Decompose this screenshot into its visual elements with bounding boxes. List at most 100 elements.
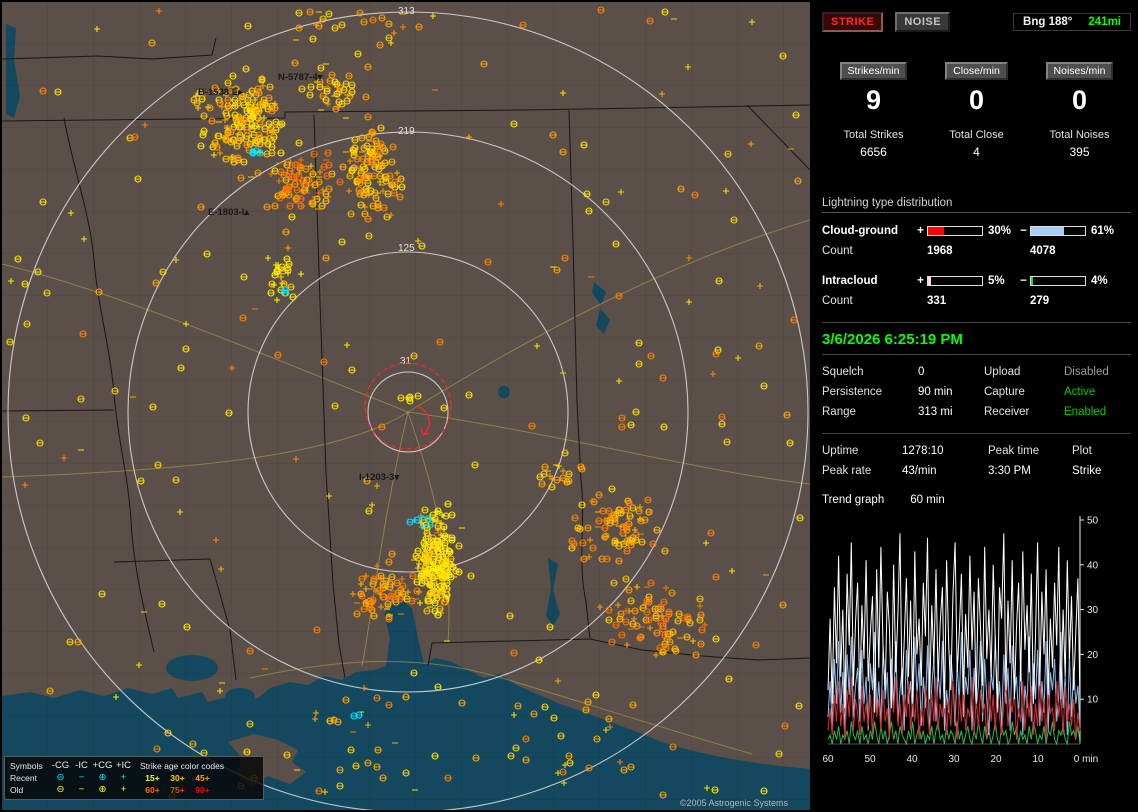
legend-header-row: Symbols -CG -IC +CG +IC Strike age color… bbox=[10, 760, 258, 772]
persistence-label: Persistence bbox=[822, 386, 918, 398]
close-per-min-button[interactable]: Close/min bbox=[945, 62, 1008, 80]
current-datetime: 3/6/2026 6:25:19 PM bbox=[822, 331, 1131, 348]
svg-text:40: 40 bbox=[906, 754, 918, 765]
intracloud-count-row: Count 331 279 bbox=[822, 295, 1131, 307]
age-code-90: 90+ bbox=[190, 784, 215, 796]
map-legend: Symbols -CG -IC +CG +IC Strike age color… bbox=[4, 756, 264, 800]
cg-negative-count: 4078 bbox=[1030, 245, 1131, 257]
cg-positive-bar bbox=[927, 226, 983, 236]
legend-col-pos-ic: +IC bbox=[113, 760, 134, 772]
svg-text:20: 20 bbox=[1087, 650, 1099, 661]
strikes-stat-column: Strikes/min 9 Total Strikes 6656 bbox=[822, 62, 925, 159]
noises-stat-column: Noises/min 0 Total Noises 395 bbox=[1028, 62, 1131, 159]
svg-text:10: 10 bbox=[1087, 695, 1099, 706]
minus-sign: − bbox=[1017, 275, 1030, 287]
map-viewport[interactable]: 31321912531 B-1538 E▸N-5787-4▾E-1803-I▴I… bbox=[2, 2, 810, 810]
total-close-value: 4 bbox=[925, 145, 1028, 159]
bearing-readout: Bng 188° 241mi bbox=[1013, 13, 1131, 31]
circle-minus-icon: ⊖ bbox=[50, 784, 71, 796]
capture-label: Capture bbox=[984, 386, 1064, 398]
peak-rate-label: Peak rate bbox=[822, 465, 902, 477]
ic-negative-percent: 4% bbox=[1086, 275, 1131, 287]
peak-time-value: 3:30 PM bbox=[988, 465, 1072, 477]
trend-graph-label: Trend graph bbox=[822, 494, 884, 506]
total-close-label: Total Close bbox=[925, 129, 1028, 141]
receiver-label: Receiver bbox=[984, 406, 1064, 418]
svg-text:60: 60 bbox=[822, 754, 834, 765]
svg-text:40: 40 bbox=[1087, 560, 1099, 571]
total-noises-value: 395 bbox=[1028, 145, 1131, 159]
uptime-label: Uptime bbox=[822, 445, 902, 457]
plus-sign: + bbox=[914, 275, 927, 287]
cloud-ground-label: Cloud-ground bbox=[822, 225, 914, 237]
cloud-ground-row: Cloud-ground + 30% − 61% bbox=[822, 225, 1131, 237]
range-value: 313 mi bbox=[918, 406, 984, 418]
strike-mode-button[interactable]: STRIKE bbox=[822, 12, 883, 32]
range-ring-label: 313 bbox=[398, 6, 415, 17]
svg-text:50: 50 bbox=[864, 754, 876, 765]
strikes-per-min-button[interactable]: Strikes/min bbox=[840, 62, 908, 80]
range-ring-label: 31 bbox=[400, 356, 412, 367]
trend-window-value: 60 min bbox=[910, 494, 945, 506]
legend-recent-label: Recent bbox=[10, 772, 50, 784]
strikes-per-min-value: 9 bbox=[822, 85, 925, 116]
cg-negative-bar bbox=[1030, 226, 1086, 236]
svg-text:20: 20 bbox=[990, 754, 1002, 765]
range-ring-label: 125 bbox=[398, 243, 415, 254]
minus-sign: − bbox=[1017, 225, 1030, 237]
trend-graph: 50403020106050403020100 min bbox=[822, 512, 1132, 772]
squelch-value: 0 bbox=[918, 366, 984, 378]
svg-text:30: 30 bbox=[1087, 605, 1099, 616]
storm-cell-label: N-5787-4▾ bbox=[278, 72, 324, 83]
lightning-map-canvas: 31321912531 B-1538 E▸N-5787-4▾E-1803-I▴I… bbox=[2, 2, 810, 810]
plot-label: Plot bbox=[1072, 445, 1131, 457]
plus-icon: + bbox=[113, 772, 134, 784]
peak-rate-value: 43/min bbox=[902, 465, 988, 477]
plus-icon: + bbox=[113, 784, 134, 796]
noise-mode-button[interactable]: NOISE bbox=[895, 12, 950, 32]
total-strikes-label: Total Strikes bbox=[822, 129, 925, 141]
noises-per-min-button[interactable]: Noises/min bbox=[1046, 62, 1114, 80]
legend-col-pos-cg: +CG bbox=[92, 760, 113, 772]
close-stat-column: Close/min 0 Total Close 4 bbox=[925, 62, 1028, 159]
legend-old-label: Old bbox=[10, 784, 50, 796]
receiver-status: Enabled bbox=[1064, 406, 1131, 418]
distribution-section-title: Lightning type distribution bbox=[822, 197, 1131, 213]
copyright-text: ©2005 Astrogenic Systems bbox=[680, 798, 788, 808]
noises-per-min-value: 0 bbox=[1028, 85, 1131, 116]
count-label: Count bbox=[822, 245, 914, 257]
svg-text:50: 50 bbox=[1087, 516, 1099, 527]
cg-negative-bar-fill bbox=[1031, 227, 1064, 235]
circle-plus-icon: ⊕ bbox=[92, 772, 113, 784]
intracloud-label: Intracloud bbox=[822, 275, 914, 287]
total-strikes-value: 6656 bbox=[822, 145, 925, 159]
county-lines bbox=[2, 2, 810, 810]
age-code-30: 30+ bbox=[165, 772, 190, 784]
control-panel: STRIKE NOISE Bng 188° 241mi Strikes/min … bbox=[814, 0, 1138, 812]
cg-negative-percent: 61% bbox=[1086, 225, 1131, 237]
cg-positive-percent: 30% bbox=[983, 225, 1017, 237]
ic-positive-percent: 5% bbox=[983, 275, 1017, 287]
svg-text:30: 30 bbox=[948, 754, 960, 765]
ic-positive-bar bbox=[927, 276, 983, 286]
age-code-45: 45+ bbox=[190, 772, 215, 784]
range-ring-label: 219 bbox=[398, 126, 415, 137]
cloud-ground-count-row: Count 1968 4078 bbox=[822, 245, 1131, 257]
storm-cell-label: E-1803-I▴ bbox=[208, 207, 250, 218]
count-label: Count bbox=[822, 295, 914, 307]
squelch-label: Squelch bbox=[822, 366, 918, 378]
legend-col-neg-cg: -CG bbox=[50, 760, 71, 772]
circle-minus-icon: ⊖ bbox=[50, 772, 71, 784]
svg-text:10: 10 bbox=[1032, 754, 1044, 765]
divider bbox=[822, 354, 1131, 355]
upload-label: Upload bbox=[984, 366, 1064, 378]
divider bbox=[822, 433, 1131, 434]
legend-col-neg-ic: -IC bbox=[71, 760, 92, 772]
intracloud-row: Intracloud + 5% − 4% bbox=[822, 275, 1131, 287]
storm-cell-label: B-1538 E▸ bbox=[198, 87, 244, 98]
legend-old-row: Old ⊖ − ⊕ + 60+ 75+ 90+ bbox=[10, 784, 258, 796]
plot-value: Strike bbox=[1072, 465, 1131, 477]
total-noises-label: Total Noises bbox=[1028, 129, 1131, 141]
divider bbox=[822, 322, 1131, 323]
settings-panel: Squelch 0 Upload Disabled Persistence 90… bbox=[822, 366, 1131, 418]
